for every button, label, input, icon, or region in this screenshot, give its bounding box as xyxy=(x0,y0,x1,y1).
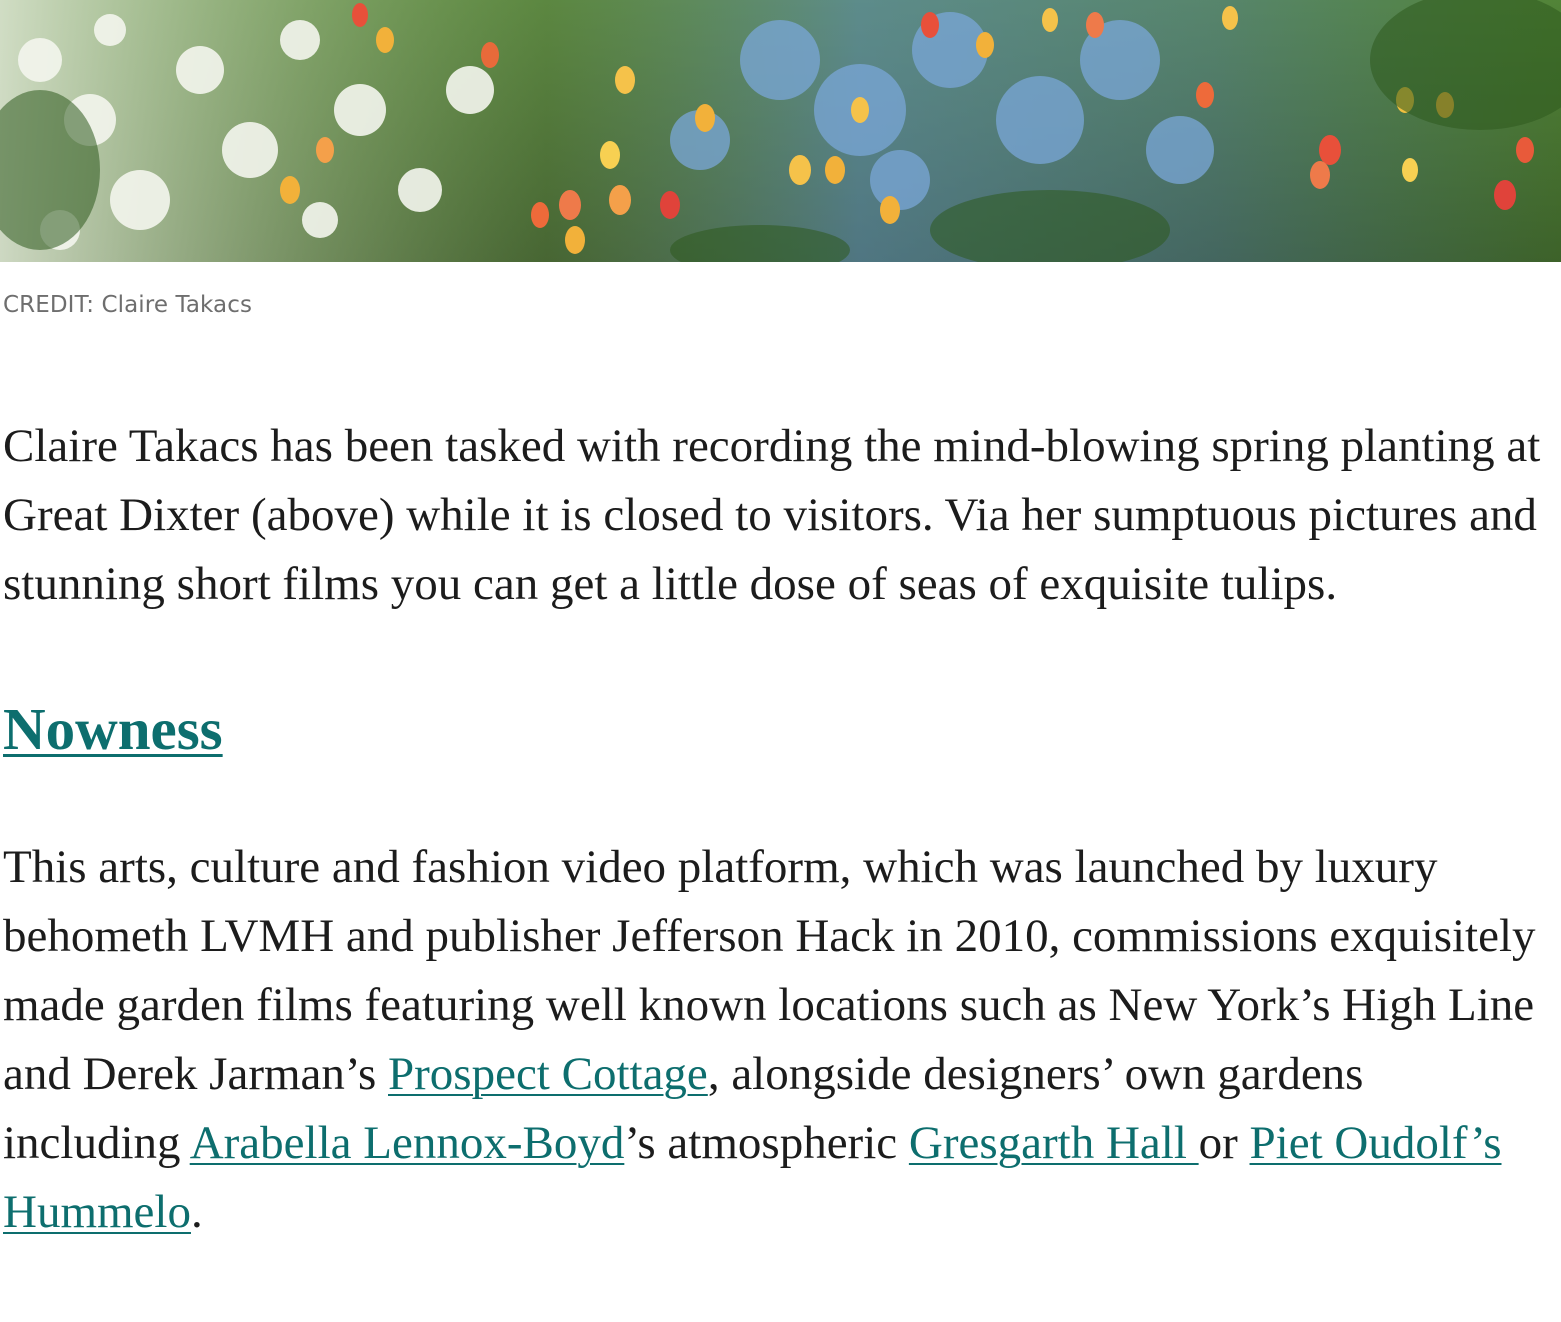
arabella-lennox-boyd-link[interactable]: Arabella Lennox-Boyd xyxy=(190,1117,625,1169)
body-text-4: or xyxy=(1198,1117,1250,1169)
prospect-cottage-link[interactable]: Prospect Cottage xyxy=(388,1048,708,1100)
photo-credit: CREDIT: Claire Takacs xyxy=(3,292,253,318)
body-text-5: . xyxy=(190,1186,203,1238)
garden-photo xyxy=(0,0,1561,262)
intro-paragraph: Claire Takacs has been tasked with recor… xyxy=(3,420,1541,610)
body-text-3: ’s atmospheric xyxy=(624,1117,909,1169)
nowness-paragraph: This arts, culture and fashion video pla… xyxy=(3,833,1543,1247)
nowness-heading-link[interactable]: Nowness xyxy=(3,696,223,762)
article-body: Claire Takacs has been tasked with recor… xyxy=(3,412,1543,1247)
section-heading: Nowness xyxy=(3,687,1543,771)
garden-photo-icon xyxy=(0,0,1561,262)
gresgarth-hall-link[interactable]: Gresgarth Hall xyxy=(909,1117,1199,1169)
